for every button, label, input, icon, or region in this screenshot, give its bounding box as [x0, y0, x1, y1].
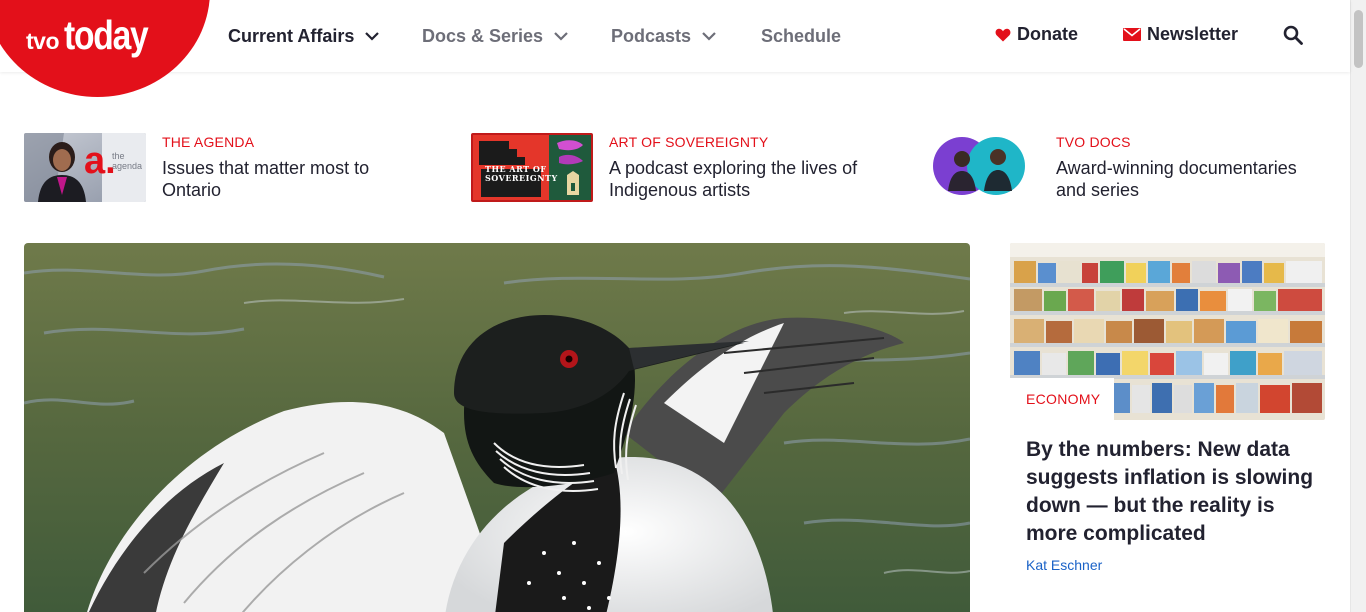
- search-button[interactable]: [1283, 25, 1309, 45]
- agenda-logo-letter: a.: [84, 140, 116, 182]
- chevron-down-icon: [554, 32, 568, 41]
- newsletter-label: Newsletter: [1147, 24, 1239, 44]
- search-icon: [1283, 25, 1303, 45]
- scrollbar-thumb[interactable]: [1354, 10, 1363, 68]
- promo-art-of-sovereignty[interactable]: THE ART OF SOVEREIGNTY ART OF SOVEREIGNT…: [471, 133, 869, 202]
- sovereignty-logo-text: THE ART OF SOVEREIGNTY: [485, 164, 558, 183]
- hero-image[interactable]: [24, 243, 970, 612]
- loon-photo: [24, 243, 970, 612]
- nav-current-affairs-label: Current Affairs: [228, 25, 355, 46]
- nav-current-affairs[interactable]: Current Affairs: [228, 24, 380, 48]
- promo-kicker[interactable]: TVO DOCS: [1056, 133, 1316, 151]
- promo-title[interactable]: A podcast exploring the lives of Indigen…: [609, 157, 869, 201]
- logo-tvo-text: tvo: [26, 28, 60, 54]
- nav-schedule[interactable]: Schedule: [761, 24, 841, 48]
- envelope-icon: [1123, 28, 1141, 41]
- promo-kicker[interactable]: ART OF SOVEREIGNTY: [609, 133, 869, 151]
- nav-podcasts-label: Podcasts: [611, 25, 692, 46]
- the-agenda-thumbnail[interactable]: a. the agenda: [24, 133, 146, 202]
- promo-the-agenda[interactable]: a. the agenda THE AGENDA Issues that mat…: [24, 133, 422, 202]
- chevron-down-icon: [702, 32, 716, 41]
- promo-tvo-docs-text: TVO DOCS Award-winning documentaries and…: [1056, 133, 1316, 202]
- donate-link[interactable]: Donate: [995, 24, 1078, 45]
- promo-art-of-sovereignty-text: ART OF SOVEREIGNTY A podcast exploring t…: [609, 133, 869, 202]
- page-scrollbar[interactable]: [1350, 0, 1366, 612]
- side-story-kicker[interactable]: ECONOMY: [1010, 378, 1114, 420]
- promo-title[interactable]: Award-winning documentaries and series: [1056, 157, 1316, 201]
- nav-schedule-label: Schedule: [761, 25, 842, 46]
- side-story-title[interactable]: By the numbers: New data suggests inflat…: [1026, 436, 1316, 548]
- logo-today-text: today: [64, 12, 149, 58]
- promo-kicker[interactable]: THE AGENDA: [162, 133, 422, 151]
- art-of-sovereignty-thumbnail[interactable]: THE ART OF SOVEREIGNTY: [471, 133, 593, 202]
- nav-docs-series-label: Docs & Series: [422, 25, 544, 46]
- nav-docs-series[interactable]: Docs & Series: [422, 24, 569, 48]
- heart-icon: [995, 28, 1011, 41]
- newsletter-link[interactable]: Newsletter: [1123, 24, 1238, 45]
- donate-label: Donate: [1017, 24, 1079, 44]
- side-story-author[interactable]: Kat Eschner: [1026, 557, 1102, 573]
- promo-title[interactable]: Issues that matter most to Ontario: [162, 157, 422, 201]
- site-logo[interactable]: tvo today: [26, 12, 166, 59]
- tvo-docs-thumbnail[interactable]: [918, 133, 1040, 202]
- chevron-down-icon: [365, 32, 380, 41]
- promo-the-agenda-text: THE AGENDA Issues that matter most to On…: [162, 133, 422, 202]
- agenda-logo-small: the agenda: [112, 151, 143, 171]
- promo-tvo-docs[interactable]: TVO DOCS Award-winning documentaries and…: [918, 133, 1316, 202]
- nav-podcasts[interactable]: Podcasts: [611, 24, 717, 48]
- tvo-docs-image: [933, 137, 1025, 195]
